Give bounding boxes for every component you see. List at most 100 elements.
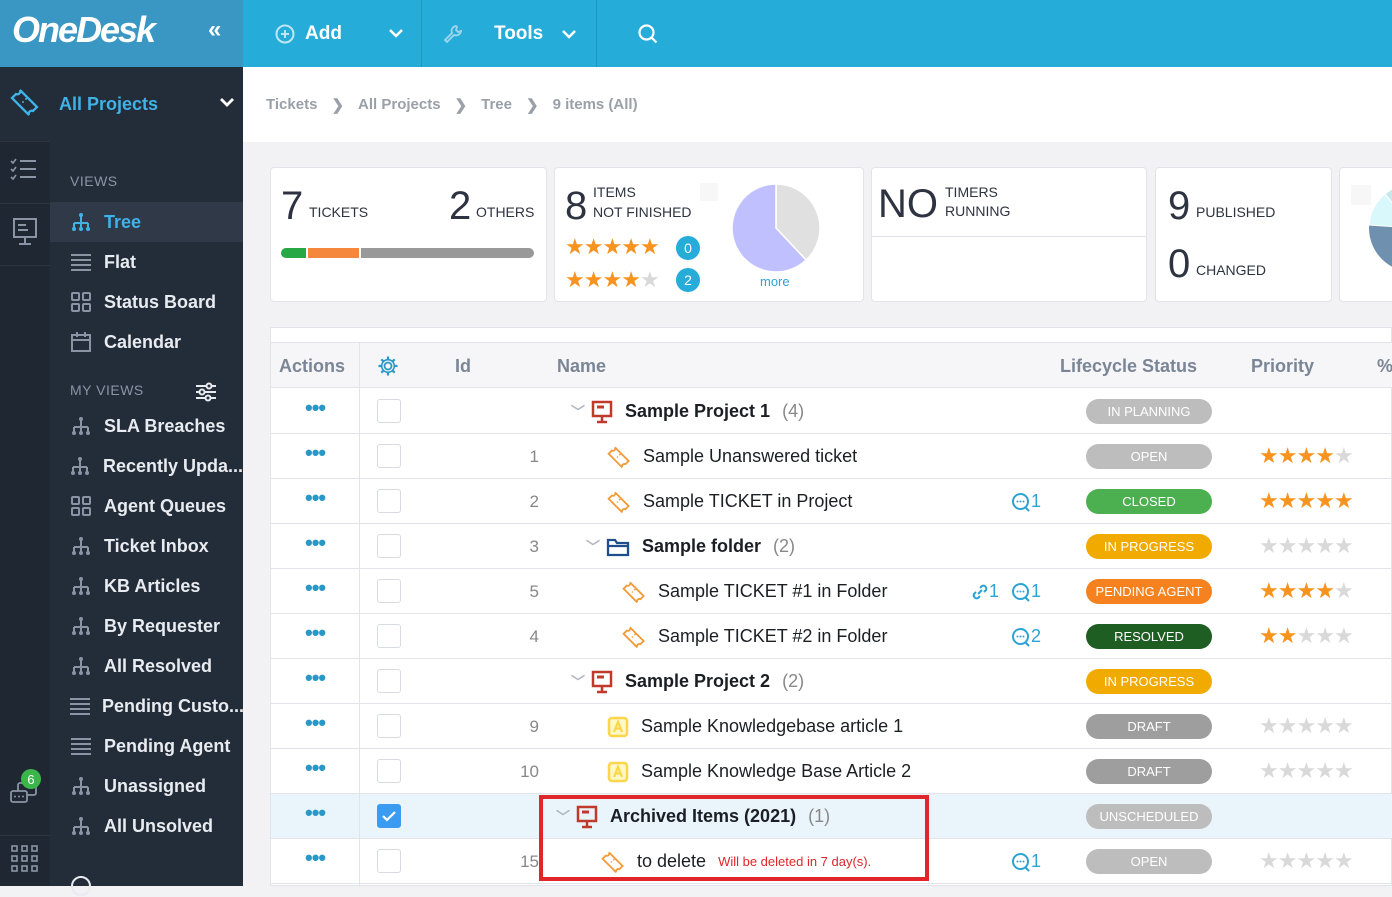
table-row[interactable]: ••• 4 Sample TICKET #2 in Folder 2 RESOLVED ★…	[271, 614, 1392, 659]
table-row[interactable]: ••• ﹀ Sample Project 1 (4) IN PLANNING	[271, 389, 1392, 434]
tickets-summary-card[interactable]: 7 TICKETS 2 OTHERS	[270, 167, 547, 302]
sidebar-myview-agent-queues[interactable]: Agent Queues	[50, 486, 243, 526]
row-checkbox[interactable]	[377, 804, 401, 828]
row-checkbox[interactable]	[377, 714, 401, 738]
sidebar-myview-sla-breaches[interactable]: SLA Breaches	[50, 406, 243, 446]
sidebar-myview-kb-articles[interactable]: KB Articles	[50, 566, 243, 606]
row-name-cell[interactable]: ﹀ Sample Project 1 (4)	[571, 389, 804, 434]
row-actions-button[interactable]: •••	[305, 622, 326, 644]
row-name[interactable]: Sample TICKET #1 in Folder	[658, 581, 887, 602]
rail-tickets[interactable]	[0, 67, 50, 142]
sidebar-myview-all-resolved[interactable]: All Resolved	[50, 646, 243, 686]
sidebar-view-flat[interactable]: Flat	[50, 242, 243, 282]
column-header-lifecycle-status[interactable]: Lifecycle Status	[1060, 343, 1197, 389]
four-star-count-badge[interactable]: 2	[676, 268, 700, 292]
timers-card[interactable]: NO TIMERS RUNNING	[871, 167, 1147, 302]
row-checkbox[interactable]	[377, 759, 401, 783]
column-header-name[interactable]: Name	[557, 343, 606, 389]
more-link[interactable]: more	[760, 274, 790, 289]
row-name-cell[interactable]: Sample Knowledgebase article 1	[607, 704, 903, 749]
row-checkbox[interactable]	[377, 444, 401, 468]
sidebar-view-status-board[interactable]: Status Board	[50, 282, 243, 322]
breadcrumb-all-projects[interactable]: All Projects	[358, 96, 441, 113]
row-actions-button[interactable]: •••	[305, 757, 326, 779]
priority-rating[interactable]: ★ ★ ★ ★ ★	[1259, 445, 1354, 467]
sidebar-view-tree[interactable]: Tree	[50, 202, 243, 242]
breadcrumb-tickets[interactable]: Tickets	[266, 96, 317, 113]
comments-indicator[interactable]: 1	[1011, 479, 1041, 524]
table-row[interactable]: ••• 1 Sample Unanswered ticket OPEN ★ ★ ★ ★ ★	[271, 434, 1392, 479]
row-checkbox[interactable]	[377, 624, 401, 648]
status-pie-chart[interactable]	[731, 183, 821, 273]
priority-rating[interactable]: ★ ★ ★ ★ ★	[1259, 625, 1354, 647]
lifecycle-status-badge[interactable]: PENDING AGENT	[1086, 579, 1212, 604]
lifecycle-status-badge[interactable]: IN PROGRESS	[1086, 669, 1212, 694]
filter-settings-icon[interactable]	[195, 382, 217, 402]
row-name-cell[interactable]: Sample Unanswered ticket	[607, 434, 857, 479]
rail-projects[interactable]	[0, 204, 50, 266]
expand-chevron-icon[interactable]: ﹀	[586, 537, 600, 557]
priority-rating[interactable]: ★ ★ ★ ★ ★	[1259, 535, 1354, 557]
collapse-sidebar-button[interactable]: «	[208, 16, 221, 44]
row-name-cell[interactable]: Sample TICKET in Project	[607, 479, 852, 524]
add-button[interactable]: Add	[275, 0, 342, 67]
row-name[interactable]: Sample Unanswered ticket	[643, 446, 857, 467]
priority-rating[interactable]: ★ ★ ★ ★ ★	[1259, 850, 1354, 872]
table-row[interactable]: ••• 5 Sample TICKET #1 in Folder 1 1 PENDING …	[271, 569, 1392, 614]
lifecycle-status-badge[interactable]: OPEN	[1086, 444, 1212, 469]
row-checkbox[interactable]	[377, 669, 401, 693]
breadcrumb-tree[interactable]: Tree	[481, 96, 512, 113]
row-name[interactable]: Sample Project 1	[625, 401, 770, 422]
rail-apps[interactable]	[0, 837, 50, 886]
row-name-cell[interactable]: ﹀ Sample folder (2)	[586, 524, 795, 569]
type-pie-chart[interactable]	[1368, 183, 1392, 273]
sidebar-myview-all-unsolved[interactable]: All Unsolved	[50, 806, 243, 846]
row-actions-button[interactable]: •••	[305, 532, 326, 554]
comments-indicator[interactable]: 1	[1011, 839, 1041, 884]
row-checkbox[interactable]	[377, 399, 401, 423]
priority-rating[interactable]: ★ ★ ★ ★ ★	[1259, 580, 1354, 602]
table-row[interactable]: ••• 9 Sample Knowledgebase article 1 DRAFT ★…	[271, 704, 1392, 749]
sidebar-myview-pending-agent[interactable]: Pending Agent	[50, 726, 243, 766]
comments-indicator[interactable]: 2	[1011, 614, 1041, 659]
row-name[interactable]: Sample folder	[642, 536, 761, 557]
search-button[interactable]	[637, 0, 659, 67]
links-indicator[interactable]: 1	[971, 569, 999, 614]
column-header-id[interactable]: Id	[455, 343, 471, 389]
table-row[interactable]: ••• 2 Sample TICKET in Project 1 CLOSED ★ ★ ★ ★ ★	[271, 479, 1392, 524]
sidebar-view-calendar[interactable]: Calendar	[50, 322, 243, 362]
row-name[interactable]: Sample Knowledge Base Article 2	[641, 761, 911, 782]
row-checkbox[interactable]	[377, 534, 401, 558]
priority-rating[interactable]: ★ ★ ★ ★ ★	[1259, 715, 1354, 737]
row-actions-button[interactable]: •••	[305, 712, 326, 734]
tools-button[interactable]: Tools	[442, 0, 577, 67]
lifecycle-status-badge[interactable]: IN PLANNING	[1086, 399, 1212, 424]
row-actions-button[interactable]: •••	[305, 667, 326, 689]
row-actions-button[interactable]: •••	[305, 442, 326, 464]
project-selector[interactable]: All Projects	[50, 67, 243, 142]
lifecycle-status-badge[interactable]: DRAFT	[1086, 759, 1212, 784]
table-row[interactable]: ••• 10 Sample Knowledge Base Article 2 DRAF…	[271, 749, 1392, 794]
row-checkbox[interactable]	[377, 849, 401, 873]
priority-rating[interactable]: ★ ★ ★ ★ ★	[1259, 760, 1354, 782]
rail-messages[interactable]: 6	[0, 760, 50, 836]
row-actions-button[interactable]: •••	[305, 802, 326, 824]
row-name[interactable]: Sample Project 2	[625, 671, 770, 692]
lifecycle-status-badge[interactable]: UNSCHEDULED	[1086, 804, 1212, 829]
sidebar-myview-ticket-inbox[interactable]: Ticket Inbox	[50, 526, 243, 566]
lifecycle-status-badge[interactable]: IN PROGRESS	[1086, 534, 1212, 559]
expand-chevron-icon[interactable]: ﹀	[571, 672, 585, 692]
lifecycle-status-badge[interactable]: DRAFT	[1086, 714, 1212, 739]
row-actions-button[interactable]: •••	[305, 847, 326, 869]
lifecycle-status-badge[interactable]: RESOLVED	[1086, 624, 1212, 649]
add-dropdown-button[interactable]	[388, 0, 404, 67]
sidebar-myview-recently-upda-[interactable]: Recently Upda...	[50, 446, 243, 486]
help-icon[interactable]	[70, 875, 92, 897]
table-row[interactable]: ••• ﹀ Sample Project 2 (2) IN PROGRESS	[271, 659, 1392, 704]
row-actions-button[interactable]: •••	[305, 397, 326, 419]
not-finished-card[interactable]: 8 ITEMS NOT FINISHED ★ ★ ★ ★ ★ 0 ★ ★ ★ ★ ★ 2 mor…	[554, 167, 864, 302]
row-name-cell[interactable]: Sample TICKET #2 in Folder	[622, 614, 887, 659]
lifecycle-status-badge[interactable]: CLOSED	[1086, 489, 1212, 514]
published-card[interactable]: 9 PUBLISHED 0 CHANGED	[1155, 167, 1332, 302]
row-checkbox[interactable]	[377, 579, 401, 603]
